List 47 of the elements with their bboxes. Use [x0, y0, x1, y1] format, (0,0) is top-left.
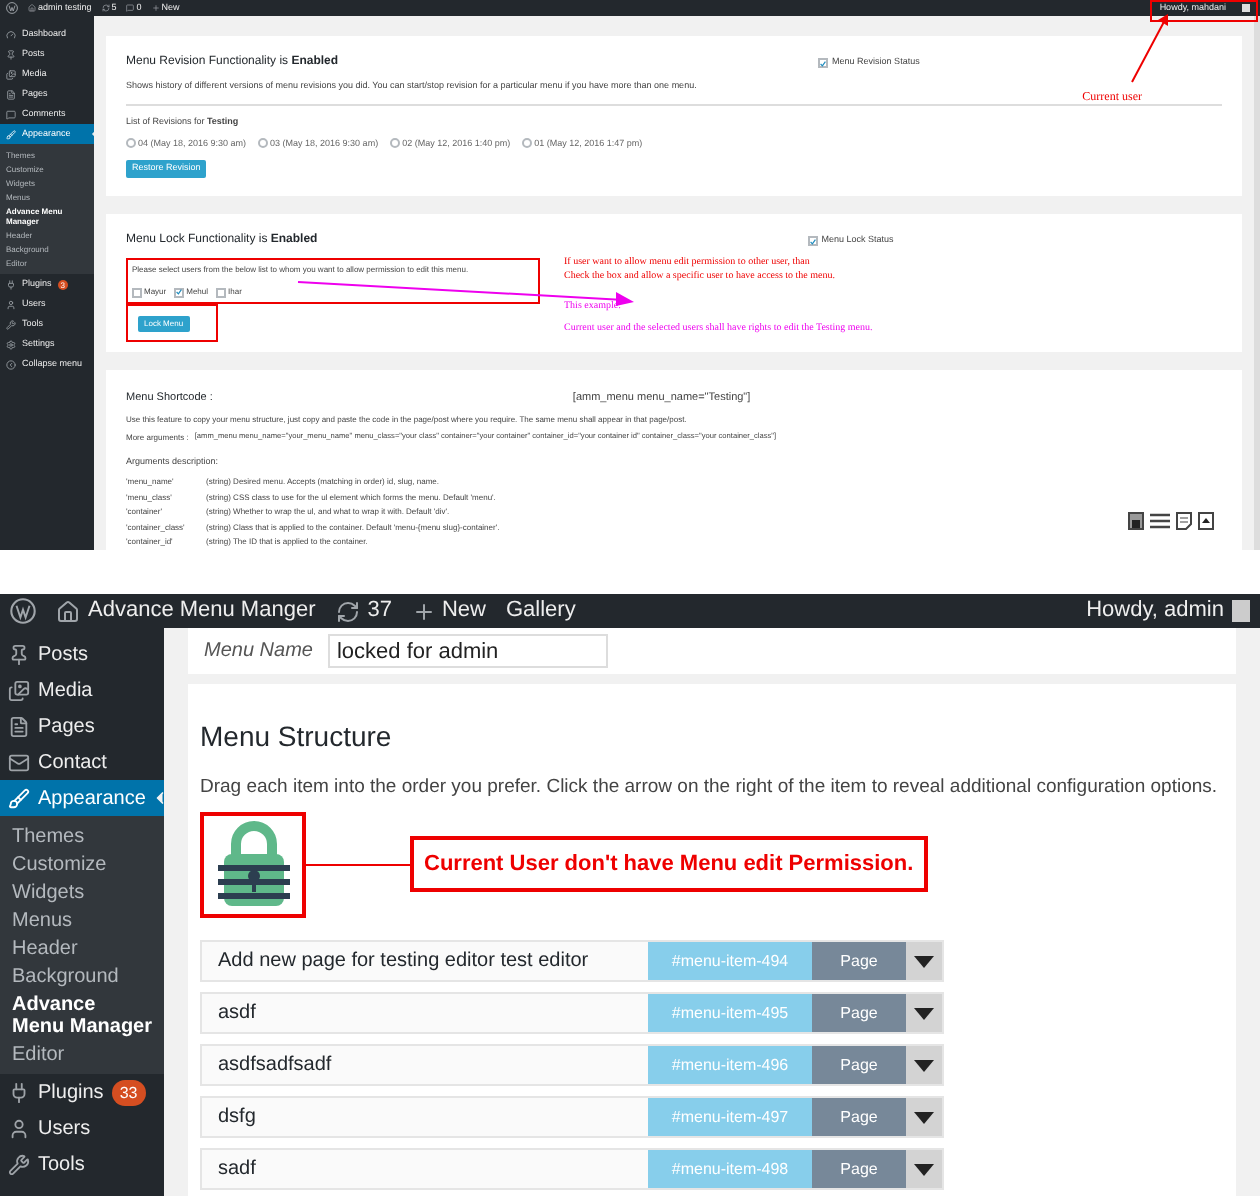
sidebar-item[interactable]: Pages — [0, 708, 164, 744]
menu-item-id: #menu-item-498 — [648, 1150, 812, 1189]
submenu-item[interactable]: Editor — [0, 1040, 164, 1068]
menu-item-row[interactable]: sadf #menu-item-498 Page — [200, 1148, 944, 1191]
menu-item-row[interactable]: asdf #menu-item-495 Page — [200, 992, 944, 1035]
menu-item-title: dsfg — [216, 1104, 258, 1133]
gallery-link[interactable]: Gallery — [506, 594, 576, 628]
count-badge: 33 — [111, 1079, 146, 1105]
menu-item-type: Page — [812, 1150, 906, 1189]
new-link[interactable]: New — [411, 594, 486, 628]
menu-item-type: Page — [812, 942, 906, 981]
menu-item-id: #menu-item-494 — [648, 942, 812, 981]
menu-item-title: sadf — [216, 1156, 258, 1185]
menu-item-id: #menu-item-495 — [648, 994, 812, 1033]
menu-item-type: Page — [812, 994, 906, 1033]
submenu-item[interactable]: Advance Menu Manager — [0, 990, 164, 1040]
menu-item-title: Add new page for testing editor test editor — [216, 948, 591, 977]
menu-item-row[interactable]: dsfg #menu-item-497 Page — [200, 1096, 944, 1139]
sidebar-item[interactable]: Tools — [0, 1146, 164, 1182]
section-description: Drag each item into the order you prefer. Click the arrow on the right of the item to reveal additional configuration options. — [200, 774, 1220, 802]
sidebar-item[interactable]: Media — [0, 672, 164, 708]
site-link[interactable]: Advance Menu Manger — [56, 594, 316, 628]
menu-item-type: Page — [812, 1046, 906, 1085]
submenu-item[interactable]: Customize — [0, 850, 164, 878]
section-title: Menu Structure — [200, 718, 394, 756]
sidebar-item[interactable]: Posts — [0, 636, 164, 672]
submenu-item[interactable]: Background — [0, 962, 164, 990]
menu-name-field[interactable]: locked for admin — [328, 634, 609, 668]
menu-item-row[interactable]: Add new page for testing editor test editor #menu-item-494 Page — [200, 940, 944, 983]
sidebar-item[interactable]: Users — [0, 1110, 164, 1146]
submenu-item[interactable]: Menus — [0, 906, 164, 934]
sidebar-item[interactable]: Appearance — [0, 780, 164, 816]
sidebar-item[interactable]: Plugins 33 — [0, 1074, 164, 1110]
field-label: Menu Name — [204, 638, 313, 666]
callout-text: Current User don't have Menu edit Permission. — [424, 850, 914, 880]
submenu-item[interactable]: Header — [0, 934, 164, 962]
menu-item-title: asdfsadfsadf — [216, 1052, 334, 1081]
menu-item-id: #menu-item-497 — [648, 1098, 812, 1137]
sidebar-item[interactable]: Contact — [0, 744, 164, 780]
menu-item-row[interactable]: asdfsadfsadf #menu-item-496 Page — [200, 1044, 944, 1087]
menu-item-type: Page — [812, 1098, 906, 1137]
user-greeting[interactable]: Howdy, admin — [1086, 594, 1250, 628]
submenu-item[interactable]: Widgets — [0, 878, 164, 906]
menu-item-title: asdf — [216, 1000, 258, 1029]
updates-link[interactable]: 37 — [335, 594, 392, 628]
menu-item-id: #menu-item-496 — [648, 1046, 812, 1085]
submenu-item[interactable]: Themes — [0, 822, 164, 850]
